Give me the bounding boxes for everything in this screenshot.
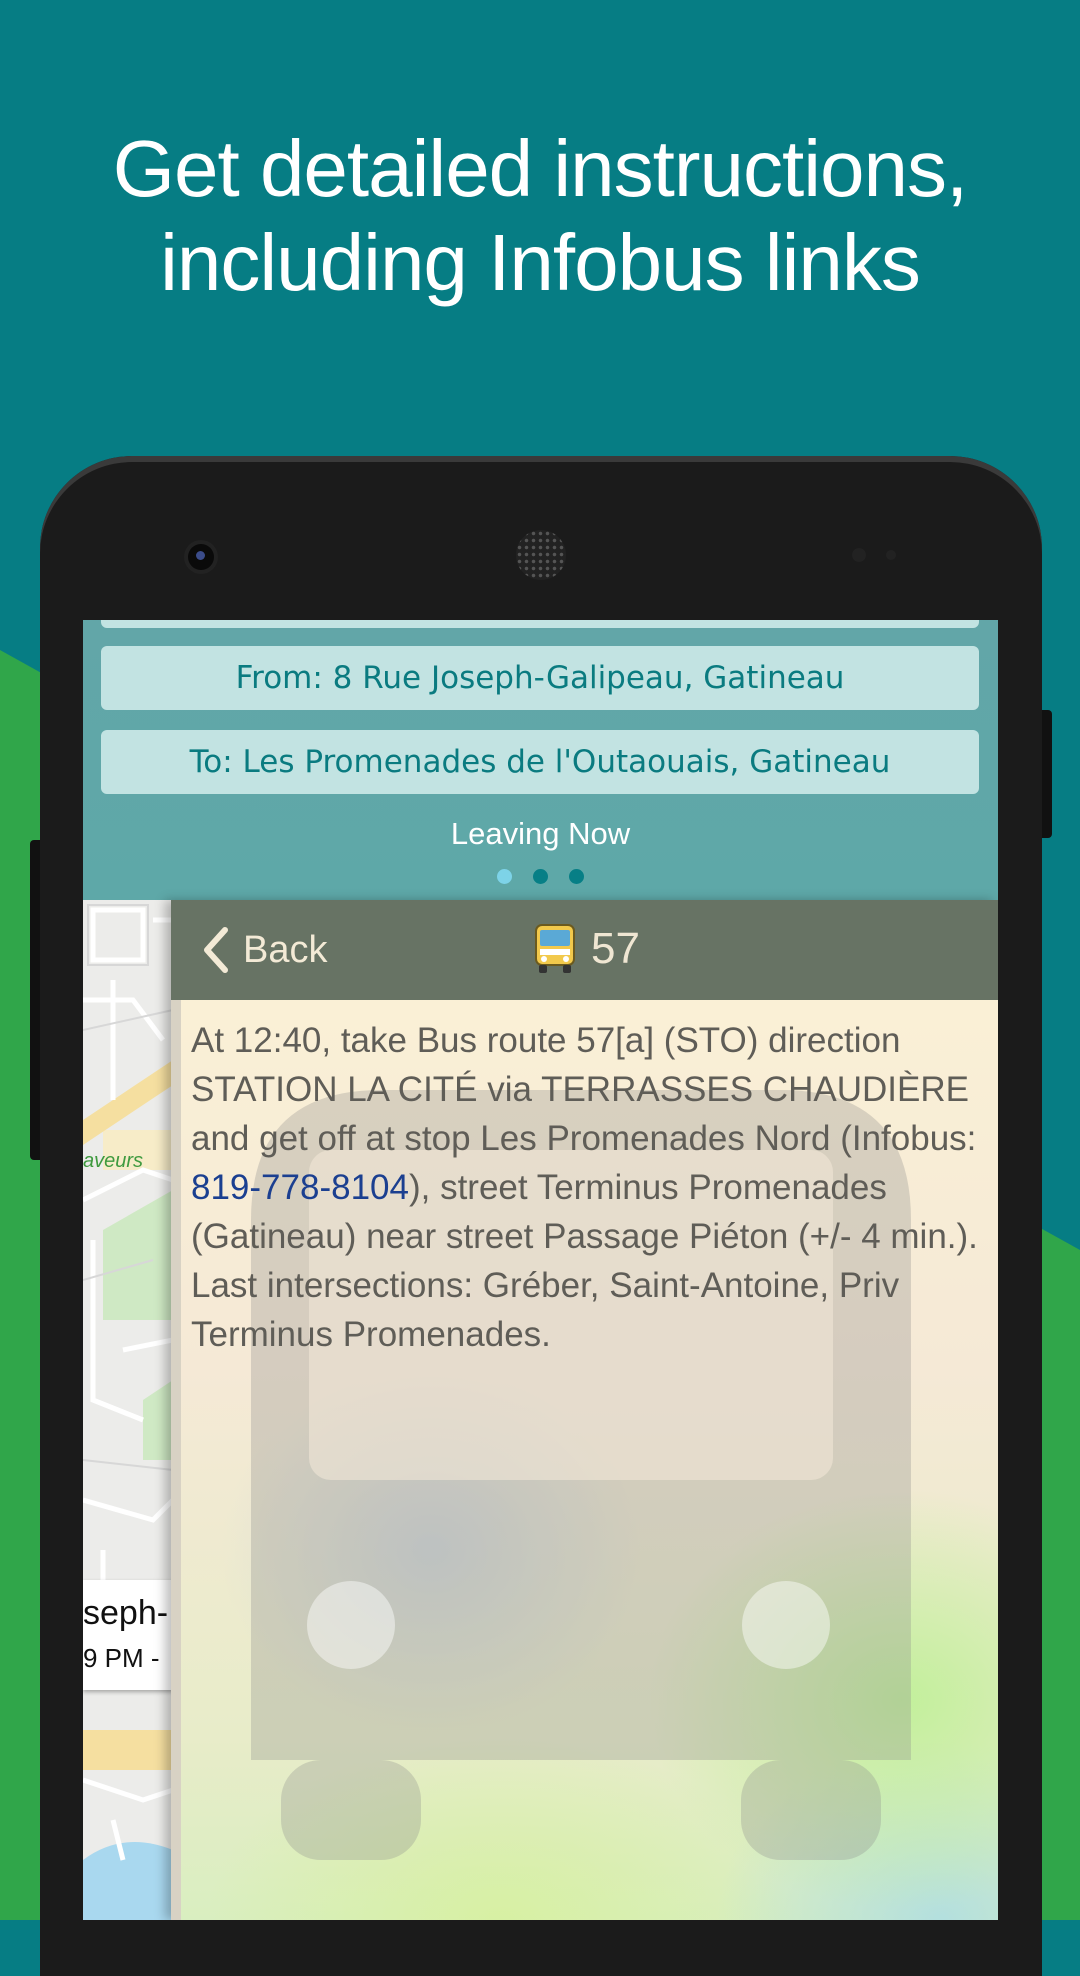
instruction-part-1: At 12:40, take Bus route 57[a] (STO) dir… (191, 1021, 977, 1158)
instruction-detail-panel: Back 57 At 12:40, take Bus route 57[a] (… (171, 900, 998, 1920)
headline-line-1: Get detailed instructions, (112, 124, 968, 213)
phone-screen: From: 8 Rue Joseph-Galipeau, Gatineau To… (83, 620, 998, 1920)
route-number: 57 (591, 924, 640, 973)
phone-side-button (30, 840, 40, 1160)
map-roads (83, 900, 173, 1920)
instruction-content: At 12:40, take Bus route 57[a] (STO) dir… (181, 1000, 998, 1920)
bus-icon (535, 924, 575, 973)
map-view[interactable]: aveurs seph- 9 PM - (83, 900, 173, 1920)
page-indicator-dot-active[interactable] (497, 869, 512, 884)
chevron-left-icon (204, 927, 228, 973)
to-field[interactable]: To: Les Promenades de l'Outaouais, Gatin… (101, 730, 979, 794)
from-field[interactable]: From: 8 Rue Joseph-Galipeau, Gatineau (101, 646, 979, 710)
from-field-text: From: 8 Rue Joseph-Galipeau, Gatineau (235, 660, 845, 696)
map-label: aveurs (83, 1150, 144, 1172)
trip-panel: From: 8 Rue Joseph-Galipeau, Gatineau To… (83, 620, 998, 900)
detail-nav-bar: Back 57 (171, 900, 998, 1000)
last-intersections: Last intersections: Gréber, Saint-Antoin… (191, 1266, 900, 1354)
headline-line-2: including Infobus links (160, 218, 921, 307)
leaving-now-button[interactable]: Leaving Now (83, 816, 998, 852)
back-button[interactable]: Back (201, 922, 327, 978)
sensor-icon (852, 548, 866, 562)
sensor-icon (886, 550, 896, 560)
instruction-text: At 12:40, take Bus route 57[a] (STO) dir… (191, 1016, 991, 1359)
map-location-popup[interactable]: seph- 9 PM - (83, 1580, 173, 1690)
map-popup-time: 9 PM - (83, 1643, 160, 1673)
panel-top-edge (101, 620, 979, 628)
speaker-grille-icon (516, 530, 566, 580)
headline: Get detailed instructions, including Inf… (0, 122, 1080, 310)
phone-side-button (1042, 710, 1052, 838)
to-field-text: To: Les Promenades de l'Outaouais, Gatin… (189, 744, 891, 780)
front-camera-icon (188, 544, 214, 570)
route-header: 57 (533, 918, 640, 980)
back-button-label: Back (243, 928, 328, 971)
page-indicator-dot[interactable] (533, 869, 548, 884)
page-indicator-dot[interactable] (569, 869, 584, 884)
map-popup-title: seph- (83, 1594, 169, 1632)
infobus-phone-link[interactable]: 819-778-8104 (191, 1168, 409, 1207)
